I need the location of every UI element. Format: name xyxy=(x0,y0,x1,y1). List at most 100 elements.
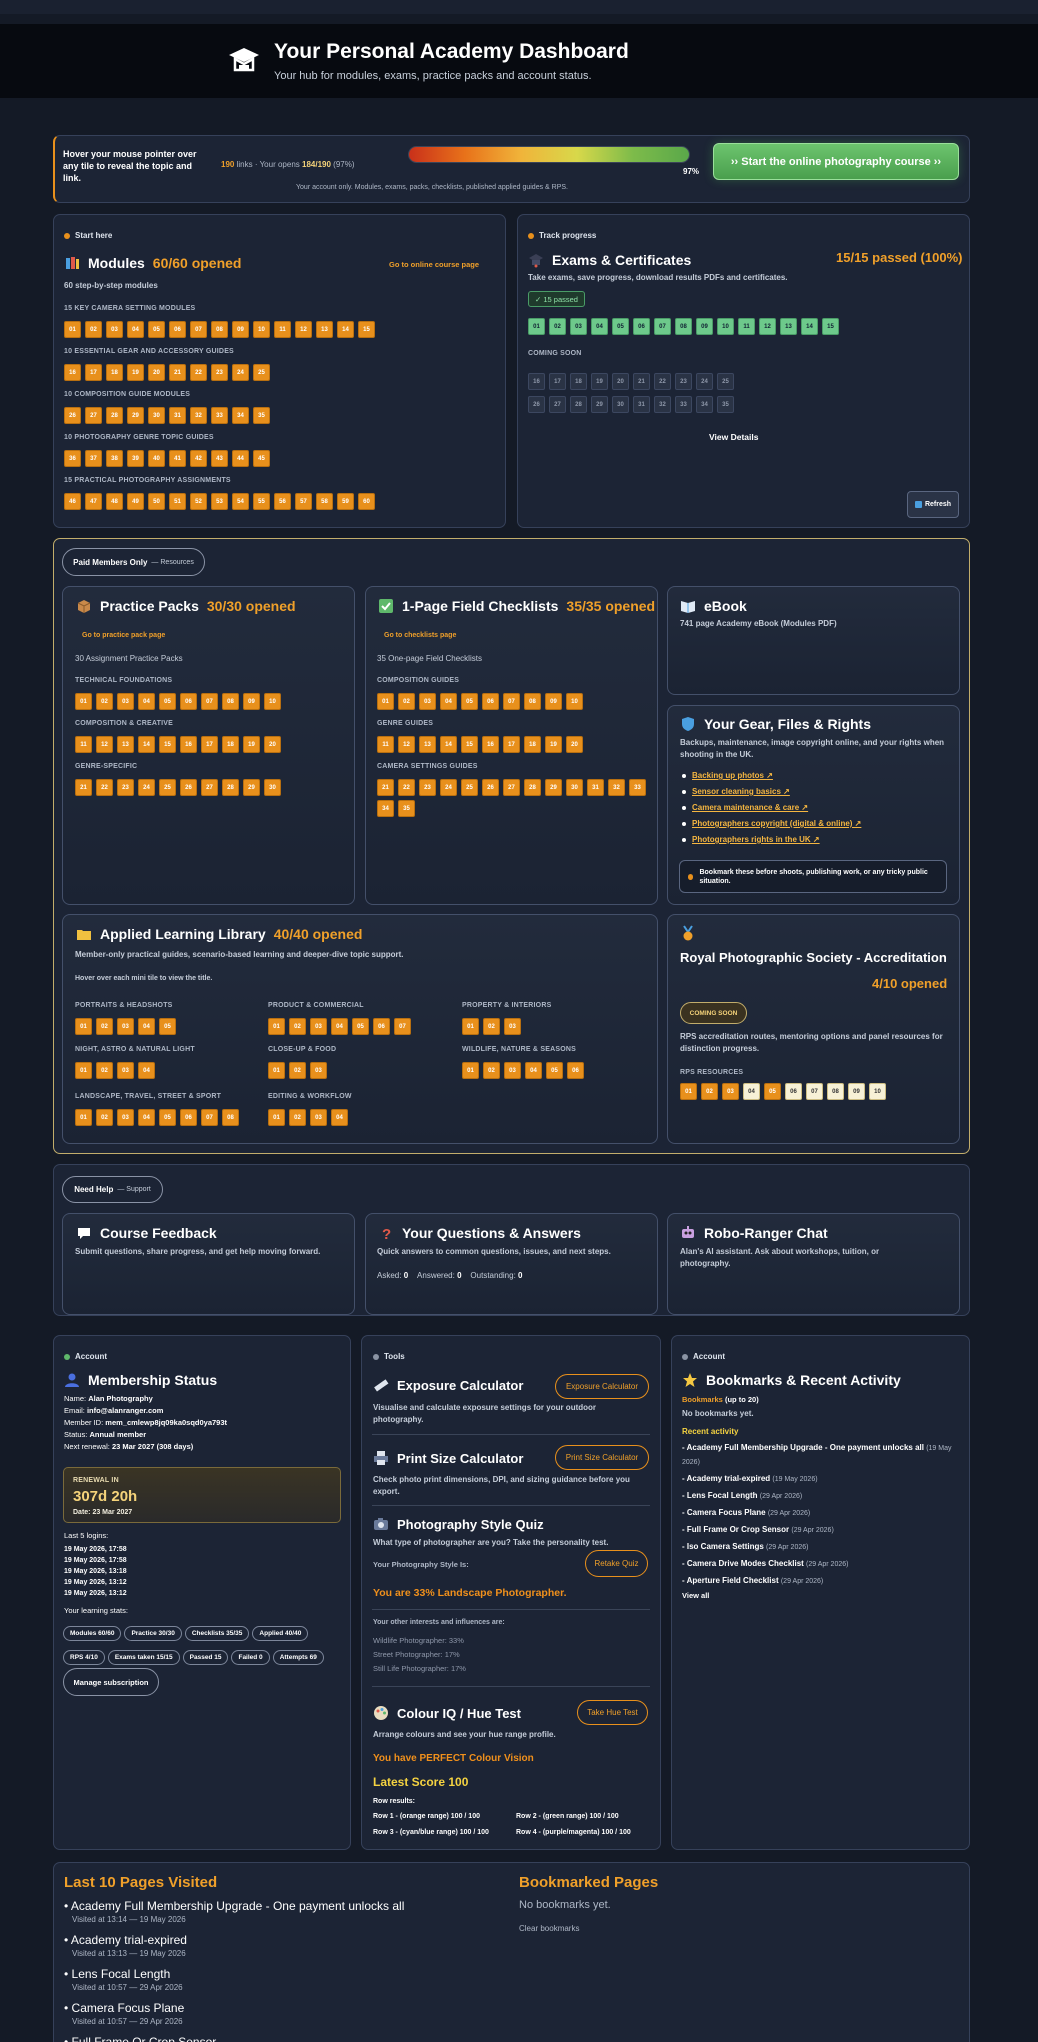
tile[interactable]: 02 xyxy=(483,1062,500,1079)
tile[interactable]: 06 xyxy=(180,693,197,710)
tile[interactable]: 01 xyxy=(377,693,394,710)
tile[interactable]: 05 xyxy=(546,1062,563,1079)
tile[interactable]: 01 xyxy=(75,1062,92,1079)
tile[interactable]: 08 xyxy=(211,321,228,338)
clear-bookmarks-button[interactable]: Clear bookmarks xyxy=(519,1923,579,1935)
tile[interactable]: 29 xyxy=(127,407,144,424)
tile[interactable]: 06 xyxy=(169,321,186,338)
tile[interactable]: 03 xyxy=(504,1062,521,1079)
tile[interactable]: 07 xyxy=(806,1083,823,1100)
tile[interactable]: 11 xyxy=(274,321,291,338)
tile[interactable]: 10 xyxy=(717,318,734,335)
tile[interactable]: 12 xyxy=(398,736,415,753)
take-hue-test-button[interactable]: Take Hue Test xyxy=(577,1700,648,1725)
tile[interactable]: 04 xyxy=(440,693,457,710)
tile[interactable]: 04 xyxy=(138,1062,155,1079)
tile[interactable]: 22 xyxy=(398,779,415,796)
tile[interactable]: 22 xyxy=(190,364,207,381)
tile[interactable]: 03 xyxy=(117,1018,134,1035)
tile[interactable]: 01 xyxy=(75,1109,92,1126)
tile[interactable]: 51 xyxy=(169,493,186,510)
tile[interactable]: 23 xyxy=(211,364,228,381)
visited-item[interactable]: • Academy trial-expired Visited at 13:13 … xyxy=(64,1933,514,1959)
tile[interactable]: 33 xyxy=(629,779,646,796)
resource-link[interactable]: Photographers copyright (digital & onlin… xyxy=(680,819,861,835)
tile[interactable]: 37 xyxy=(85,450,102,467)
tile[interactable]: 53 xyxy=(211,493,228,510)
activity-item[interactable]: - Camera Drive Modes Checklist (29 Apr 2… xyxy=(682,1557,957,1571)
tile[interactable]: 29 xyxy=(243,779,260,796)
tile[interactable]: 58 xyxy=(316,493,333,510)
tile[interactable]: 04 xyxy=(331,1018,348,1035)
tile[interactable]: 01 xyxy=(680,1083,697,1100)
tile[interactable]: 24 xyxy=(440,779,457,796)
tile[interactable]: 08 xyxy=(827,1083,844,1100)
tile[interactable]: 19 xyxy=(545,736,562,753)
tile[interactable]: 55 xyxy=(253,493,270,510)
activity-item[interactable]: - Academy trial-expired (19 May 2026) xyxy=(682,1472,957,1486)
tile[interactable]: 02 xyxy=(289,1018,306,1035)
tile[interactable]: 05 xyxy=(764,1083,781,1100)
tile[interactable]: 05 xyxy=(159,1109,176,1126)
resource-link[interactable]: Sensor cleaning basics ↗ xyxy=(680,787,861,803)
tile[interactable]: 31 xyxy=(587,779,604,796)
tile[interactable]: 32 xyxy=(190,407,207,424)
tile[interactable]: 03 xyxy=(570,318,587,335)
tile[interactable]: 13 xyxy=(316,321,333,338)
tile[interactable]: 06 xyxy=(567,1062,584,1079)
tile[interactable]: 03 xyxy=(117,1062,134,1079)
tile[interactable]: 25 xyxy=(253,364,270,381)
tile[interactable]: 07 xyxy=(190,321,207,338)
tile[interactable]: 02 xyxy=(289,1109,306,1126)
tile[interactable]: 08 xyxy=(222,1109,239,1126)
visited-item[interactable]: • Camera Focus Plane Visited at 10:57 — 2… xyxy=(64,2001,514,2027)
tile[interactable]: 06 xyxy=(180,1109,197,1126)
tile[interactable]: 20 xyxy=(264,736,281,753)
tile[interactable]: 10 xyxy=(869,1083,886,1100)
tile[interactable]: 13 xyxy=(117,736,134,753)
resource-link[interactable]: Camera maintenance & care ↗ xyxy=(680,803,861,819)
tile[interactable]: 02 xyxy=(85,321,102,338)
resource-link[interactable]: Backing up photos ↗ xyxy=(680,771,861,787)
tile[interactable]: 02 xyxy=(483,1018,500,1035)
tile[interactable]: 28 xyxy=(524,779,541,796)
tile[interactable]: 07 xyxy=(503,693,520,710)
tile[interactable]: 56 xyxy=(274,493,291,510)
visited-item[interactable]: • Academy Full Membership Upgrade - One … xyxy=(64,1899,514,1925)
tile[interactable]: 01 xyxy=(64,321,81,338)
tile[interactable]: 04 xyxy=(138,1109,155,1126)
tile[interactable]: 43 xyxy=(211,450,228,467)
tile[interactable]: 09 xyxy=(232,321,249,338)
tile[interactable]: 44 xyxy=(232,450,249,467)
visited-item[interactable]: • Full Frame Or Crop Sensor xyxy=(64,2035,514,2042)
activity-item[interactable]: - Iso Camera Settings (29 Apr 2026) xyxy=(682,1540,957,1554)
tile[interactable]: 15 xyxy=(358,321,375,338)
checklists-link[interactable]: Go to checklists page xyxy=(384,632,456,639)
tile[interactable]: 48 xyxy=(106,493,123,510)
tile[interactable]: 38 xyxy=(106,450,123,467)
tile[interactable]: 28 xyxy=(106,407,123,424)
exposure-calculator-button[interactable]: Exposure Calculator xyxy=(555,1374,649,1399)
tile[interactable]: 15 xyxy=(822,318,839,335)
tile[interactable]: 10 xyxy=(264,693,281,710)
tile[interactable]: 21 xyxy=(377,779,394,796)
tile[interactable]: 05 xyxy=(352,1018,369,1035)
tile[interactable]: 30 xyxy=(566,779,583,796)
refresh-button[interactable]: Refresh xyxy=(907,491,959,518)
tile[interactable]: 09 xyxy=(545,693,562,710)
tile[interactable]: 21 xyxy=(75,779,92,796)
tile[interactable]: 12 xyxy=(96,736,113,753)
tile[interactable]: 07 xyxy=(201,1109,218,1126)
tile[interactable]: 05 xyxy=(159,693,176,710)
tile[interactable]: 60 xyxy=(358,493,375,510)
tile[interactable]: 10 xyxy=(566,693,583,710)
tile[interactable]: 16 xyxy=(180,736,197,753)
tile[interactable]: 23 xyxy=(419,779,436,796)
tile[interactable]: 01 xyxy=(268,1109,285,1126)
visited-item[interactable]: • Lens Focal Length Visited at 10:57 — 29… xyxy=(64,1967,514,1993)
tile[interactable]: 59 xyxy=(337,493,354,510)
tile[interactable]: 16 xyxy=(64,364,81,381)
tile[interactable]: 01 xyxy=(462,1018,479,1035)
tile[interactable]: 24 xyxy=(138,779,155,796)
tile[interactable]: 22 xyxy=(96,779,113,796)
